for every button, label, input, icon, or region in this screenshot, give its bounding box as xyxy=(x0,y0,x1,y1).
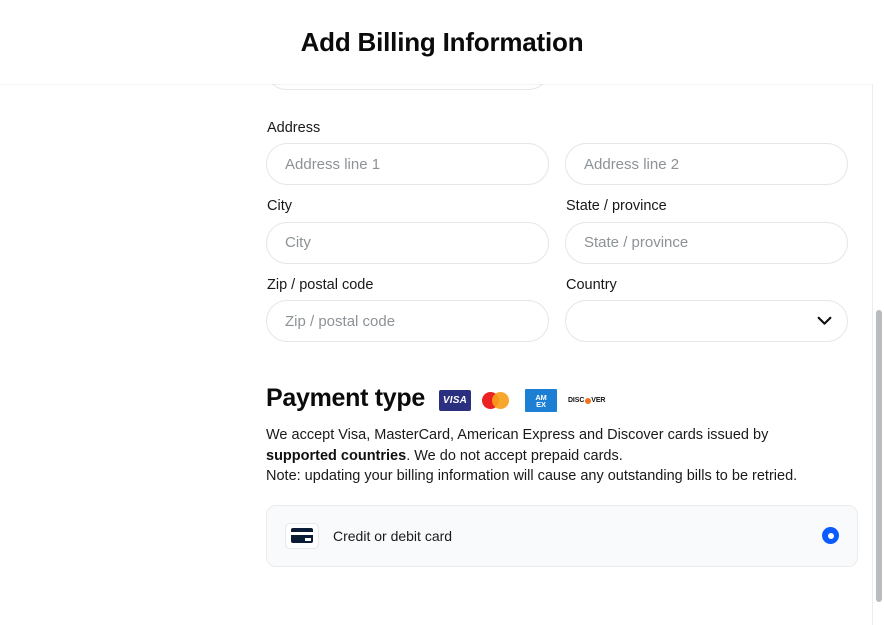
state-label-col: State / province xyxy=(565,198,848,221)
zip-country-group: Zip / postal code Country xyxy=(266,277,866,342)
payment-method-credit-card[interactable]: Credit or debit card xyxy=(266,505,858,567)
vertical-scrollbar[interactable] xyxy=(873,84,884,625)
state-label: State / province xyxy=(566,198,848,215)
city-col xyxy=(266,222,549,264)
mastercard-orange-circle xyxy=(492,392,509,409)
visa-logo: VISA xyxy=(439,390,471,411)
amex-logo-text-bottom: EX xyxy=(536,401,546,408)
payment-type-header: Payment type VISA AM EX xyxy=(266,384,866,413)
country-label: Country xyxy=(566,277,848,294)
payment-method-label: Credit or debit card xyxy=(333,528,808,544)
discover-dot-icon xyxy=(585,398,591,404)
page-title: Add Billing Information xyxy=(301,27,584,58)
modal-panel: Address City xyxy=(252,84,884,625)
discover-logo-text-before: DISC xyxy=(568,397,584,404)
zip-col xyxy=(266,300,549,342)
payment-description: We accept Visa, MasterCard, American Exp… xyxy=(266,425,826,487)
address-line1-col xyxy=(266,143,549,185)
zip-country-label-row: Zip / postal code Country xyxy=(266,277,866,300)
discover-logo: DISC VER xyxy=(568,397,605,404)
city-input[interactable] xyxy=(266,222,549,264)
state-input[interactable] xyxy=(565,222,848,264)
payment-copy-line1-a: We accept Visa, MasterCard, American Exp… xyxy=(266,427,768,443)
amex-logo: AM EX xyxy=(525,389,557,412)
previous-field-partial[interactable] xyxy=(266,84,549,90)
address-line1-input[interactable] xyxy=(266,143,549,185)
country-select-wrap xyxy=(565,300,848,342)
zip-country-row xyxy=(266,300,866,342)
supported-countries-link[interactable]: supported countries xyxy=(266,448,406,464)
credit-card-glyph xyxy=(291,528,313,543)
billing-form: Address City xyxy=(266,120,866,567)
address-group: Address xyxy=(266,120,866,185)
country-select[interactable] xyxy=(565,300,848,342)
modal-header: Add Billing Information xyxy=(0,0,884,84)
zip-input[interactable] xyxy=(266,300,549,342)
zip-label: Zip / postal code xyxy=(267,277,549,294)
city-label-col: City xyxy=(266,198,549,221)
visa-logo-text: VISA xyxy=(443,395,467,406)
city-state-label-row: City State / province xyxy=(266,198,866,221)
address-row xyxy=(266,143,866,185)
discover-logo-text-after: VER xyxy=(591,397,605,404)
accepted-card-logos: VISA AM EX DISC VER xyxy=(439,385,605,412)
scrollbar-thumb[interactable] xyxy=(876,310,882,602)
city-state-group: City State / province xyxy=(266,198,866,263)
credit-card-icon xyxy=(285,523,319,549)
city-state-row xyxy=(266,222,866,264)
payment-method-radio[interactable] xyxy=(822,527,839,544)
payment-type-title: Payment type xyxy=(266,384,425,413)
country-col xyxy=(565,300,848,342)
payment-copy-line1-b: . We do not accept prepaid cards. xyxy=(406,448,623,464)
billing-modal-page: N Promoted by nianqin Address xyxy=(0,0,884,625)
address-line2-input[interactable] xyxy=(565,143,848,185)
radio-inner-dot xyxy=(828,533,834,539)
mastercard-logo xyxy=(482,390,514,411)
address-line2-col xyxy=(565,143,848,185)
state-col xyxy=(565,222,848,264)
address-label: Address xyxy=(267,120,866,137)
country-label-col: Country xyxy=(565,277,848,300)
modal-scroll-area[interactable]: Address City xyxy=(0,84,884,625)
city-label: City xyxy=(267,198,549,215)
zip-label-col: Zip / postal code xyxy=(266,277,549,300)
payment-copy-line2: Note: updating your billing information … xyxy=(266,468,797,484)
